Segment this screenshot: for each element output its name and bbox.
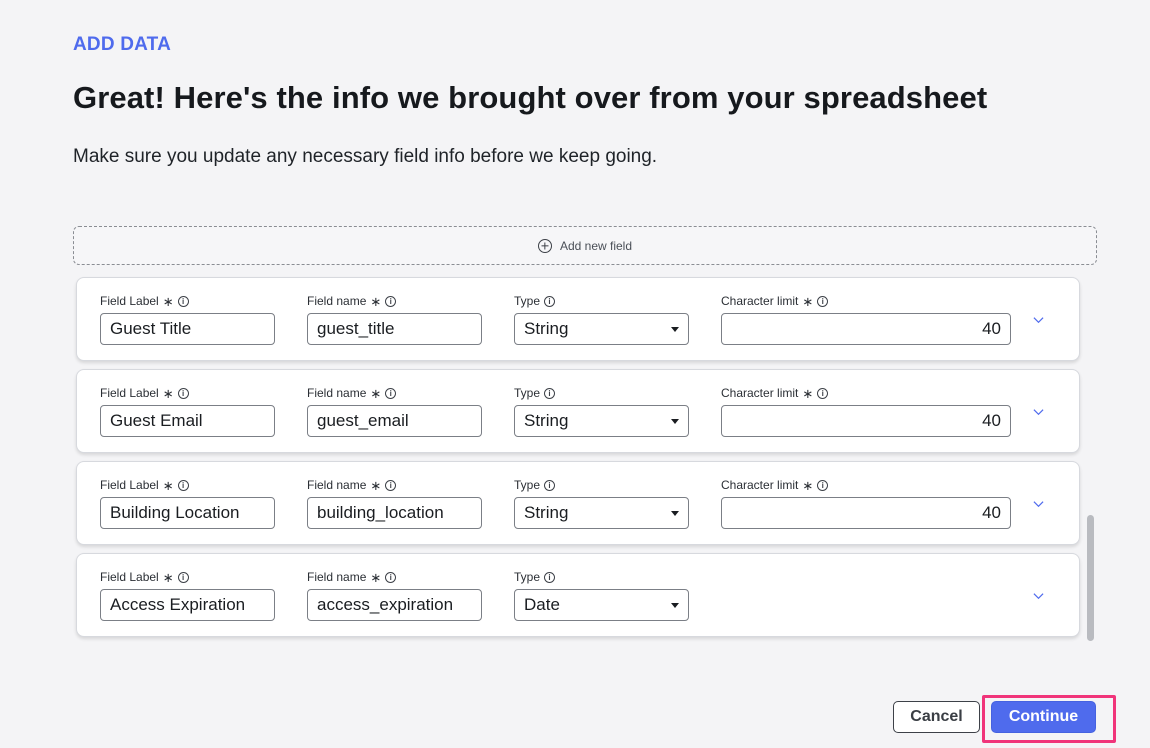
field-name-caption: Field name ∗ i (307, 478, 482, 492)
field-name-caption: Field name ∗ i (307, 386, 482, 400)
info-icon[interactable]: i (544, 295, 556, 307)
info-icon[interactable]: i (177, 479, 189, 491)
field-label-caption: Field Label ∗ i (100, 294, 275, 308)
type-select[interactable]: String (514, 313, 689, 345)
field-label-input[interactable]: Guest Title (100, 313, 275, 345)
type-caption: Type i (514, 386, 689, 400)
field-name-group: Field name ∗ i access_expiration (307, 570, 482, 621)
required-icon: ∗ (370, 293, 382, 309)
info-icon[interactable]: i (177, 571, 189, 583)
type-caption: Type i (514, 570, 689, 584)
plus-circle-icon (537, 238, 552, 253)
required-icon: ∗ (370, 569, 382, 585)
chevron-down-icon[interactable] (1033, 498, 1044, 509)
field-name-input[interactable]: guest_title (307, 313, 482, 345)
info-icon[interactable]: i (544, 571, 556, 583)
page-title: Great! Here's the info we brought over f… (73, 80, 988, 115)
type-select[interactable]: String (514, 405, 689, 437)
field-name-input[interactable]: guest_email (307, 405, 482, 437)
char-limit-group: Character limit ∗ i 40 (721, 294, 1011, 345)
info-icon[interactable]: i (817, 479, 829, 491)
info-icon[interactable]: i (385, 295, 397, 307)
caret-down-icon (671, 510, 679, 516)
chevron-down-icon[interactable] (1033, 590, 1044, 601)
char-limit-input[interactable]: 40 (721, 405, 1011, 437)
required-icon: ∗ (162, 569, 174, 585)
field-card: Field Label ∗ i Guest Email Field name ∗ i g… (76, 369, 1080, 453)
field-label-caption: Field Label ∗ i (100, 478, 275, 492)
char-limit-input[interactable]: 40 (721, 497, 1011, 529)
required-icon: ∗ (802, 293, 814, 309)
required-icon: ∗ (802, 385, 814, 401)
caret-down-icon (671, 326, 679, 332)
field-name-caption: Field name ∗ i (307, 294, 482, 308)
chevron-down-icon[interactable] (1033, 406, 1044, 417)
required-icon: ∗ (802, 477, 814, 493)
info-icon[interactable]: i (817, 295, 829, 307)
caret-down-icon (671, 602, 679, 608)
type-select[interactable]: Date (514, 589, 689, 621)
char-limit-input[interactable]: 40 (721, 313, 1011, 345)
char-limit-group: Character limit ∗ i 40 (721, 478, 1011, 529)
required-icon: ∗ (370, 385, 382, 401)
field-label-group: Field Label ∗ i Guest Email (100, 386, 275, 437)
type-group: Type i Date (514, 570, 689, 621)
add-new-field-label: Add new field (559, 238, 633, 253)
field-label-input[interactable]: Guest Email (100, 405, 275, 437)
char-limit-caption: Character limit ∗ i (721, 478, 1011, 492)
type-select[interactable]: String (514, 497, 689, 529)
info-icon[interactable]: i (177, 387, 189, 399)
field-name-input[interactable]: building_location (307, 497, 482, 529)
cancel-button[interactable]: Cancel (893, 701, 980, 733)
scrollbar-thumb[interactable] (1087, 515, 1094, 641)
field-label-input[interactable]: Access Expiration (100, 589, 275, 621)
type-caption: Type i (514, 478, 689, 492)
field-label-group: Field Label ∗ i Building Location (100, 478, 275, 529)
info-icon[interactable]: i (817, 387, 829, 399)
field-name-group: Field name ∗ i building_location (307, 478, 482, 529)
char-limit-caption: Character limit ∗ i (721, 294, 1011, 308)
field-card: Field Label ∗ i Building Location Field na… (76, 461, 1080, 545)
char-limit-group: Character limit ∗ i 40 (721, 386, 1011, 437)
info-icon[interactable]: i (177, 295, 189, 307)
field-label-caption: Field Label ∗ i (100, 570, 275, 584)
continue-button[interactable]: Continue (991, 701, 1096, 733)
eyebrow-label: ADD DATA (73, 34, 171, 55)
field-label-caption: Field Label ∗ i (100, 386, 275, 400)
chevron-down-icon[interactable] (1033, 314, 1044, 325)
info-icon[interactable]: i (385, 571, 397, 583)
required-icon: ∗ (162, 385, 174, 401)
field-card: Field Label ∗ i Access Expiration Field na… (76, 553, 1080, 637)
info-icon[interactable]: i (544, 479, 556, 491)
field-list: Field Label ∗ i Guest Title Field name ∗ i g… (73, 275, 1097, 645)
required-icon: ∗ (162, 293, 174, 309)
info-icon[interactable]: i (385, 387, 397, 399)
field-label-group: Field Label ∗ i Guest Title (100, 294, 275, 345)
page-subtitle: Make sure you update any necessary field… (73, 146, 658, 167)
field-card: Field Label ∗ i Guest Title Field name ∗ i g… (76, 277, 1080, 361)
type-caption: Type i (514, 294, 689, 308)
info-icon[interactable]: i (544, 387, 556, 399)
field-label-input[interactable]: Building Location (100, 497, 275, 529)
info-icon[interactable]: i (385, 479, 397, 491)
type-group: Type i String (514, 478, 689, 529)
char-limit-caption: Character limit ∗ i (721, 386, 1011, 400)
type-group: Type i String (514, 294, 689, 345)
add-new-field-button[interactable]: Add new field (73, 226, 1097, 265)
type-group: Type i String (514, 386, 689, 437)
field-label-group: Field Label ∗ i Access Expiration (100, 570, 275, 621)
field-name-group: Field name ∗ i guest_title (307, 294, 482, 345)
required-icon: ∗ (162, 477, 174, 493)
required-icon: ∗ (370, 477, 382, 493)
caret-down-icon (671, 418, 679, 424)
field-name-caption: Field name ∗ i (307, 570, 482, 584)
field-name-group: Field name ∗ i guest_email (307, 386, 482, 437)
field-name-input[interactable]: access_expiration (307, 589, 482, 621)
